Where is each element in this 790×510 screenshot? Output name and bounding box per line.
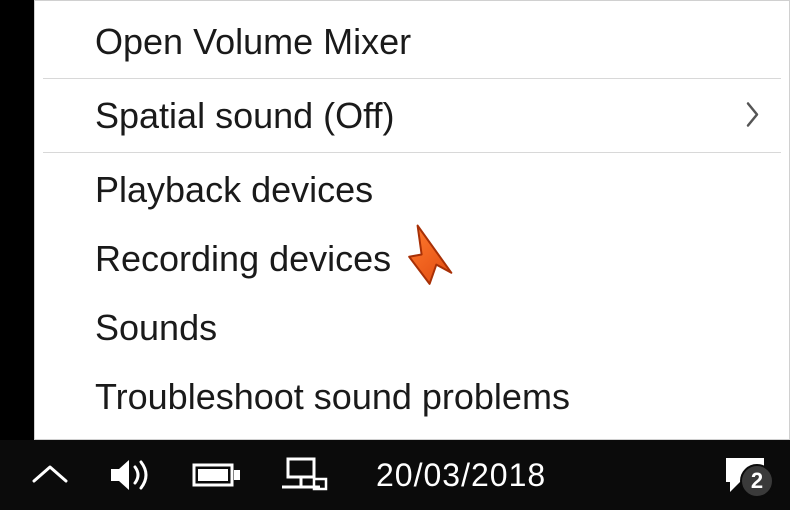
menu-item-spatial-sound[interactable]: Spatial sound (Off) [35, 81, 789, 150]
menu-item-label: Playback devices [95, 169, 373, 210]
menu-item-sounds[interactable]: Sounds [35, 293, 789, 362]
menu-item-playback-devices[interactable]: Playback devices [35, 155, 789, 224]
menu-item-open-volume-mixer[interactable]: Open Volume Mixer [35, 7, 789, 76]
menu-item-label: Open Volume Mixer [95, 21, 411, 62]
notification-badge: 2 [740, 464, 774, 498]
menu-item-label: Spatial sound (Off) [95, 95, 395, 136]
volume-icon[interactable] [108, 455, 154, 495]
menu-item-recording-devices[interactable]: Recording devices [35, 224, 789, 293]
menu-item-label: Recording devices [95, 238, 391, 279]
screenshot-stage: PCrisk.com Open Volume Mixer Spatial sou… [0, 0, 790, 510]
menu-item-troubleshoot-sound[interactable]: Troubleshoot sound problems [35, 362, 789, 431]
menu-separator [43, 152, 781, 153]
battery-icon[interactable] [192, 459, 242, 491]
taskbar: 20/03/2018 2 [0, 440, 790, 510]
action-center-icon[interactable]: 2 [722, 454, 768, 496]
volume-context-menu: Open Volume Mixer Spatial sound (Off) Pl… [34, 0, 790, 440]
tray-overflow-icon[interactable] [30, 461, 70, 489]
chevron-right-icon [745, 93, 761, 138]
menu-item-label: Sounds [95, 307, 217, 348]
menu-separator [43, 78, 781, 79]
network-icon[interactable] [280, 455, 328, 495]
taskbar-date[interactable]: 20/03/2018 [376, 457, 546, 494]
menu-item-label: Troubleshoot sound problems [95, 376, 570, 417]
